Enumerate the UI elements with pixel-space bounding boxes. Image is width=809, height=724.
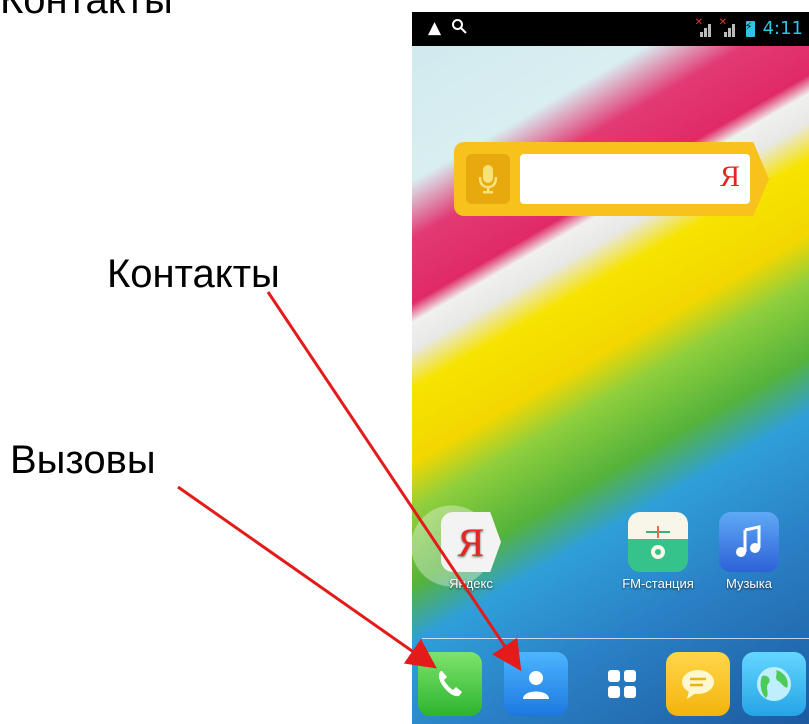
phone-screen: ▲ ✕ ✕ 4:11 Я xyxy=(412,12,809,724)
warning-icon: ▲ xyxy=(428,18,442,38)
status-right: ✕ ✕ 4:11 xyxy=(695,17,803,40)
slide-title: Контакты xyxy=(0,0,173,22)
yandex-search-widget[interactable]: Я xyxy=(454,142,769,216)
status-left: ▲ xyxy=(428,18,467,39)
app-music[interactable]: Музыка xyxy=(710,512,788,591)
phone-icon[interactable] xyxy=(418,652,482,716)
music-icon xyxy=(719,512,779,572)
microphone-button[interactable] xyxy=(466,154,510,204)
messages-icon[interactable] xyxy=(666,652,730,716)
callout-contacts-label: Контакты xyxy=(107,252,280,296)
yandex-logo: Я xyxy=(719,160,740,193)
app-fm-radio[interactable]: FM-станция xyxy=(619,512,697,591)
yandex-icon: Я xyxy=(441,512,501,572)
signal-sim1-icon: ✕ xyxy=(695,17,714,37)
arrow-calls xyxy=(177,485,437,669)
signal-sim2-icon: ✕ xyxy=(719,17,738,37)
battery-charging-icon xyxy=(745,20,755,37)
callout-calls-label: Вызовы xyxy=(10,438,156,482)
app-drawer-icon[interactable] xyxy=(590,652,654,716)
microphone-icon xyxy=(478,165,498,194)
fm-radio-icon xyxy=(628,512,688,572)
clock: 4:11 xyxy=(762,18,803,39)
status-bar: ▲ ✕ ✕ 4:11 xyxy=(412,12,809,46)
dock xyxy=(412,652,809,722)
app-label: Музыка xyxy=(726,576,772,591)
search-input[interactable]: Я xyxy=(520,154,750,204)
search-icon xyxy=(451,18,467,39)
app-label: FM-станция xyxy=(622,576,694,591)
app-yandex[interactable]: Я Яндекс xyxy=(432,512,510,591)
dock-divider xyxy=(422,638,809,639)
app-label: Яндекс xyxy=(449,576,493,591)
contacts-icon[interactable] xyxy=(504,652,568,716)
browser-icon[interactable] xyxy=(742,652,806,716)
